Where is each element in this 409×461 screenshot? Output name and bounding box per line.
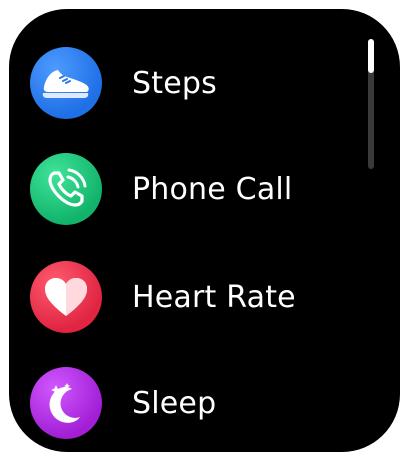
- menu-list: Steps Phone Call Heart Rate Sleep: [9, 9, 400, 452]
- phone-icon: [48, 168, 87, 207]
- scrollbar[interactable]: [368, 39, 374, 169]
- menu-item-steps[interactable]: Steps: [30, 47, 360, 119]
- menu-item-label: Phone Call: [132, 171, 293, 207]
- moon-icon: [49, 383, 80, 423]
- scrollbar-thumb[interactable]: [368, 39, 374, 73]
- menu-item-label: Sleep: [132, 385, 217, 421]
- watch-screen: Steps Phone Call Heart Rate Sleep: [9, 9, 400, 452]
- menu-item-phone-call[interactable]: Phone Call: [30, 153, 360, 225]
- menu-item-heart-rate[interactable]: Heart Rate: [30, 261, 360, 333]
- menu-item-sleep[interactable]: Sleep: [30, 367, 360, 439]
- heart-icon: [45, 278, 87, 316]
- menu-item-label: Steps: [132, 65, 217, 101]
- sleep-icon-badge: [30, 367, 102, 439]
- steps-icon-badge: [30, 47, 102, 119]
- menu-item-label: Heart Rate: [132, 279, 296, 315]
- phone-call-icon-badge: [30, 153, 102, 225]
- heart-rate-icon-badge: [30, 261, 102, 333]
- shoe-icon: [42, 70, 89, 98]
